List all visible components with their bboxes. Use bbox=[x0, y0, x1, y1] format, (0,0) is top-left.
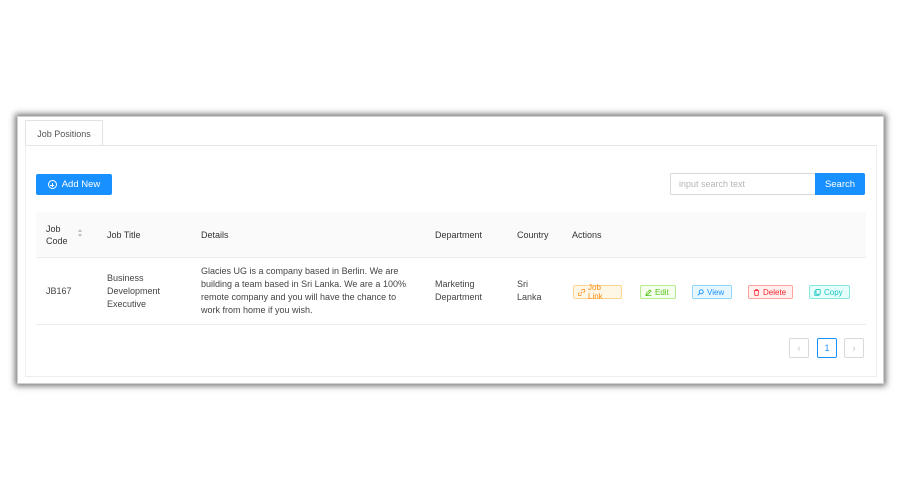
chevron-left-icon: ‹ bbox=[797, 343, 801, 353]
job-code-header-label: Job Code bbox=[46, 223, 68, 246]
add-new-button[interactable]: Add New bbox=[36, 174, 112, 195]
actions-header-label: Actions bbox=[572, 229, 602, 240]
delete-button[interactable]: Delete bbox=[748, 285, 793, 299]
page-number: 1 bbox=[824, 343, 830, 353]
country-value: Sri Lanka bbox=[517, 279, 542, 302]
cell-job-title: Business Development Executive bbox=[107, 258, 177, 324]
pagination-page-1[interactable]: 1 bbox=[817, 338, 837, 358]
department-header-label: Department bbox=[435, 229, 483, 240]
copy-button[interactable]: Copy bbox=[809, 285, 850, 299]
copy-icon bbox=[814, 288, 821, 296]
view-label: View bbox=[707, 287, 725, 297]
column-header-department: Department bbox=[435, 212, 482, 257]
add-new-label: Add New bbox=[61, 179, 101, 190]
edit-label: Edit bbox=[655, 287, 669, 297]
column-header-job-code[interactable]: Job Code bbox=[46, 212, 78, 257]
department-value: Marketing Department bbox=[435, 279, 483, 302]
country-header-label: Country bbox=[517, 229, 549, 240]
details-header-label: Details bbox=[201, 229, 229, 240]
job-title-header-label: Job Title bbox=[107, 229, 141, 240]
chevron-right-icon: › bbox=[852, 343, 856, 353]
plus-circle-icon bbox=[47, 180, 57, 189]
search-button-label: Search bbox=[824, 178, 856, 190]
cell-details: Glacies UG is a company based in Berlin.… bbox=[201, 258, 413, 324]
job-title-value: Business Development Executive bbox=[107, 272, 161, 309]
sort-icon[interactable] bbox=[78, 229, 84, 239]
details-value: Glacies UG is a company based in Berlin.… bbox=[201, 266, 406, 315]
delete-label: Delete bbox=[763, 287, 787, 297]
cell-job-code: JB167 bbox=[46, 258, 72, 324]
pagination-prev-button[interactable]: ‹ bbox=[789, 338, 809, 358]
column-header-details: Details bbox=[201, 212, 229, 257]
job-link-button[interactable]: Job Link bbox=[573, 283, 622, 301]
pagination-next-button[interactable]: › bbox=[844, 338, 864, 358]
copy-label: Copy bbox=[824, 287, 843, 297]
job-positions-card: Job Positions Add New Search Job Code Jo… bbox=[17, 116, 884, 384]
search-button[interactable]: Search bbox=[815, 173, 865, 195]
search-icon bbox=[697, 288, 704, 296]
view-button[interactable]: View bbox=[692, 285, 732, 299]
search-input[interactable] bbox=[670, 173, 816, 195]
cell-department: Marketing Department bbox=[435, 258, 497, 324]
table-row: JB167 Business Development Executive Gla… bbox=[36, 258, 866, 325]
cell-country: Sri Lanka bbox=[517, 258, 547, 324]
table-header: Job Code Job Title Details Department Co… bbox=[36, 212, 866, 258]
job-link-label: Job Link bbox=[588, 283, 603, 301]
tab-label: Job Positions bbox=[37, 128, 91, 139]
edit-icon bbox=[645, 288, 652, 296]
tab-job-positions[interactable]: Job Positions bbox=[25, 120, 103, 146]
job-code-value: JB167 bbox=[46, 285, 72, 296]
delete-icon bbox=[753, 288, 760, 296]
column-header-country: Country bbox=[517, 212, 549, 257]
edit-button[interactable]: Edit bbox=[640, 285, 676, 299]
column-header-job-title: Job Title bbox=[107, 212, 141, 257]
column-header-actions: Actions bbox=[572, 212, 602, 257]
link-icon bbox=[578, 288, 585, 296]
